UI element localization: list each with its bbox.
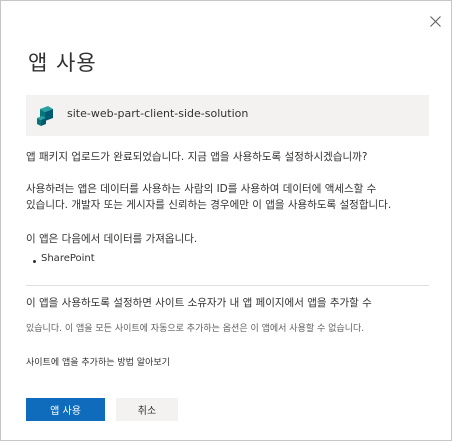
close-icon — [429, 15, 441, 27]
bullet-dot — [33, 260, 36, 263]
data-source-heading: 이 앱은 다음에서 데이터를 가져옵니다. — [26, 233, 198, 245]
solution-name: site-web-part-client-side-solution — [67, 107, 249, 120]
close-button[interactable] — [425, 11, 445, 31]
trust-message-line-2: 있습니다. 개발자 또는 게시자를 신뢰하는 경우에만 이 앱을 사용하도록 설… — [26, 199, 392, 211]
upload-message: 앱 패키지 업로드가 완료되었습니다. 지금 앱을 사용하도록 설정하시겠습니까… — [26, 151, 368, 163]
data-source-item: SharePoint — [41, 253, 95, 264]
dialog-title: 앱 사용 — [28, 51, 97, 75]
enable-app-button[interactable]: 앱 사용 — [26, 398, 105, 421]
owner-message-line-1: 이 앱을 사용하도록 설정하면 사이트 소유자가 내 앱 페이지에서 앱을 추가… — [26, 297, 372, 309]
divider — [26, 285, 429, 286]
solution-box: site-web-part-client-side-solution — [26, 95, 429, 136]
learn-more-link[interactable]: 사이트에 앱을 추가하는 방법 알아보기 — [26, 355, 170, 368]
enable-app-dialog: 앱 사용 site-web-part-client-side-solution … — [0, 0, 452, 441]
solution-package-icon — [37, 106, 53, 126]
owner-message-line-2: 있습니다. 이 앱을 모든 사이트에 자동으로 추가하는 옵션은 이 앱에서 사… — [26, 324, 365, 334]
trust-message-line-1: 사용하려는 앱은 데이터를 사용하는 사람의 ID를 사용하여 데이터에 액세스… — [26, 183, 377, 195]
cancel-button[interactable]: 취소 — [116, 398, 178, 421]
